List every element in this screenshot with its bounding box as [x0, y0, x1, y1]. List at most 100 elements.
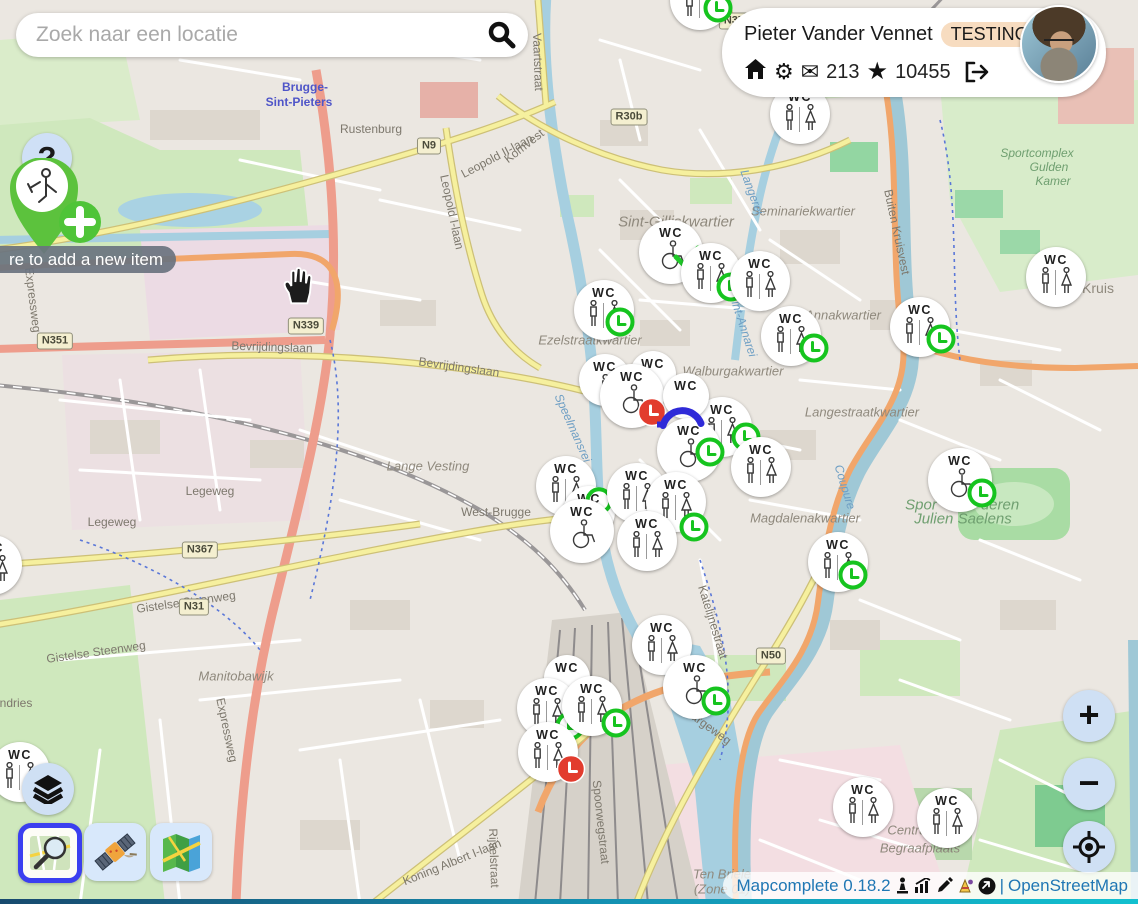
- layers-button[interactable]: [22, 763, 74, 815]
- map-label: Magdalenakwartier: [750, 511, 860, 526]
- map-label: Legeweg: [186, 484, 235, 498]
- user-panel[interactable]: Pieter Vander Vennet TESTING ⚙ ✉ 213 ★ 1…: [722, 8, 1106, 97]
- search-icon[interactable]: [486, 20, 516, 50]
- avatar[interactable]: [1020, 5, 1098, 83]
- map-label: Legeweg: [88, 515, 137, 529]
- user-name: Pieter Vander Vennet: [744, 23, 933, 46]
- opening-hours-ok-badge: [679, 512, 709, 542]
- opening-hours-ok-badge: [701, 686, 731, 716]
- map-label: Sportcomplex: [1000, 146, 1073, 160]
- statue-icon: [895, 877, 910, 895]
- add-new-item-pin[interactable]: [6, 158, 106, 258]
- opening-hours-ok-badge: [838, 560, 868, 590]
- osm-attribution-link[interactable]: OpenStreetMap: [1008, 876, 1128, 896]
- search-bar: [16, 13, 528, 57]
- toilet-marker-mf[interactable]: WC: [731, 437, 791, 497]
- map-label: Coupure: [832, 463, 859, 511]
- map-label: Gistelse Steenweg: [45, 638, 146, 666]
- map-label: Manitobawijk: [198, 669, 273, 684]
- statistics-icon[interactable]: [914, 878, 932, 894]
- map-label: ndries: [0, 696, 32, 710]
- zoom-out-button[interactable]: −: [1063, 758, 1115, 810]
- toilet-marker-mf[interactable]: WC: [1026, 247, 1086, 307]
- minus-icon: −: [1078, 765, 1099, 801]
- selected-marker-arc: [656, 396, 708, 435]
- plus-icon: +: [1078, 697, 1099, 733]
- bottom-strip: [0, 899, 1138, 904]
- opening-hours-ok-badge: [703, 0, 733, 23]
- toilet-marker-mf[interactable]: WC: [917, 788, 977, 848]
- toilet-marker-mf[interactable]: WC: [833, 777, 893, 837]
- toilet-marker-mf[interactable]: WC: [617, 511, 677, 571]
- license-icon[interactable]: [978, 877, 996, 895]
- opening-hours-ok-badge: [695, 437, 725, 467]
- messages-envelope-icon[interactable]: ✉: [801, 61, 819, 83]
- logout-icon[interactable]: [964, 60, 990, 84]
- road-ref-badge: N9: [417, 138, 441, 155]
- toilet-marker-mf[interactable]: WC: [730, 251, 790, 311]
- opening-hours-ok-badge: [799, 333, 829, 363]
- road-ref-badge: N31: [179, 599, 209, 616]
- home-icon[interactable]: [744, 58, 767, 86]
- message-count: 213: [826, 61, 859, 84]
- map-label: Expressweg: [213, 697, 240, 764]
- add-item-tooltip: re to add a new item: [0, 246, 176, 273]
- layers-icon: [32, 774, 64, 804]
- search-input[interactable]: [34, 22, 486, 48]
- road-ref-badge: N50: [756, 648, 786, 665]
- background-style-map-button[interactable]: [150, 823, 212, 881]
- app-version[interactable]: Mapcomplete 0.18.2: [737, 876, 891, 896]
- map-label: Rustenburg: [340, 122, 402, 136]
- map-label: Julien Saelens: [914, 511, 1012, 528]
- map-label: Kruis: [1082, 280, 1114, 296]
- map-label: Expressweg: [22, 267, 44, 334]
- attribution-bar: Mapcomplete 0.18.2 | OpenStreetMap: [723, 872, 1138, 899]
- map-label: Leopold II-laan: [459, 131, 536, 181]
- road-ref-badge: N339: [288, 318, 324, 335]
- opening-hours-ok-badge: [601, 708, 631, 738]
- opening-hours-ok-badge: [926, 324, 956, 354]
- opening-hours-ok-badge: [967, 478, 997, 508]
- road-ref-badge: R30b: [611, 109, 648, 126]
- community-icon[interactable]: [957, 878, 974, 894]
- osm-map-icon: [28, 832, 72, 874]
- hand-cursor-icon: [281, 266, 315, 311]
- map-label: Lange Vesting: [387, 459, 470, 474]
- map-label: West-Brugge: [461, 505, 531, 519]
- map-label: Brugge-: [282, 80, 328, 94]
- map-label: Bevrijdingslaan: [231, 339, 313, 356]
- map-overlay-layer: Brugge-Sint-PietersRustenburgSint-Gillis…: [0, 0, 1138, 904]
- map-label: Kamer: [1035, 174, 1070, 188]
- map-label: Speelmansrei: [552, 392, 595, 465]
- opening-hours-ok-badge: [605, 307, 635, 337]
- map-label: Buiten Kruisvest: [881, 188, 913, 276]
- settings-gear-icon[interactable]: ⚙: [774, 61, 794, 83]
- map-label: Katelijnestraat: [695, 584, 731, 661]
- background-style-osm-button[interactable]: [18, 823, 82, 883]
- map-label: Leopold I-laan: [437, 173, 467, 250]
- changesets-star-icon: ★: [867, 61, 889, 83]
- mapcomplete-app: Brugge-Sint-PietersRustenburgSint-Gillis…: [0, 0, 1138, 904]
- background-style-satellite-button[interactable]: [84, 823, 146, 881]
- attribution-separator: |: [1000, 876, 1004, 896]
- pencil-icon[interactable]: [936, 877, 953, 894]
- toilet-marker-wheel[interactable]: WC: [550, 499, 614, 563]
- folded-map-icon: [159, 831, 203, 873]
- avatar-glasses: [1044, 39, 1074, 49]
- map-label: Sint-Pieters: [266, 95, 333, 109]
- closed-now-badge: [556, 754, 586, 784]
- zoom-in-button[interactable]: +: [1063, 690, 1115, 742]
- map-label: Langestraatkwartier: [805, 405, 919, 420]
- road-ref-badge: N367: [182, 542, 218, 559]
- map-label: Bevrijdingslaan: [418, 354, 501, 379]
- changeset-count: 10455: [895, 61, 951, 84]
- geolocate-button[interactable]: [1063, 821, 1115, 873]
- satellite-icon: [92, 830, 138, 874]
- map-label: Spoorwegstraat: [590, 779, 613, 864]
- toilet-marker-mf[interactable]: WC: [0, 535, 22, 595]
- map-label: Gulden: [1030, 160, 1069, 174]
- road-ref-badge: N351: [37, 333, 73, 350]
- map-label: Vaartstraat: [530, 33, 546, 91]
- map-label: Langerei: [737, 168, 766, 217]
- crosshair-icon: [1072, 830, 1106, 864]
